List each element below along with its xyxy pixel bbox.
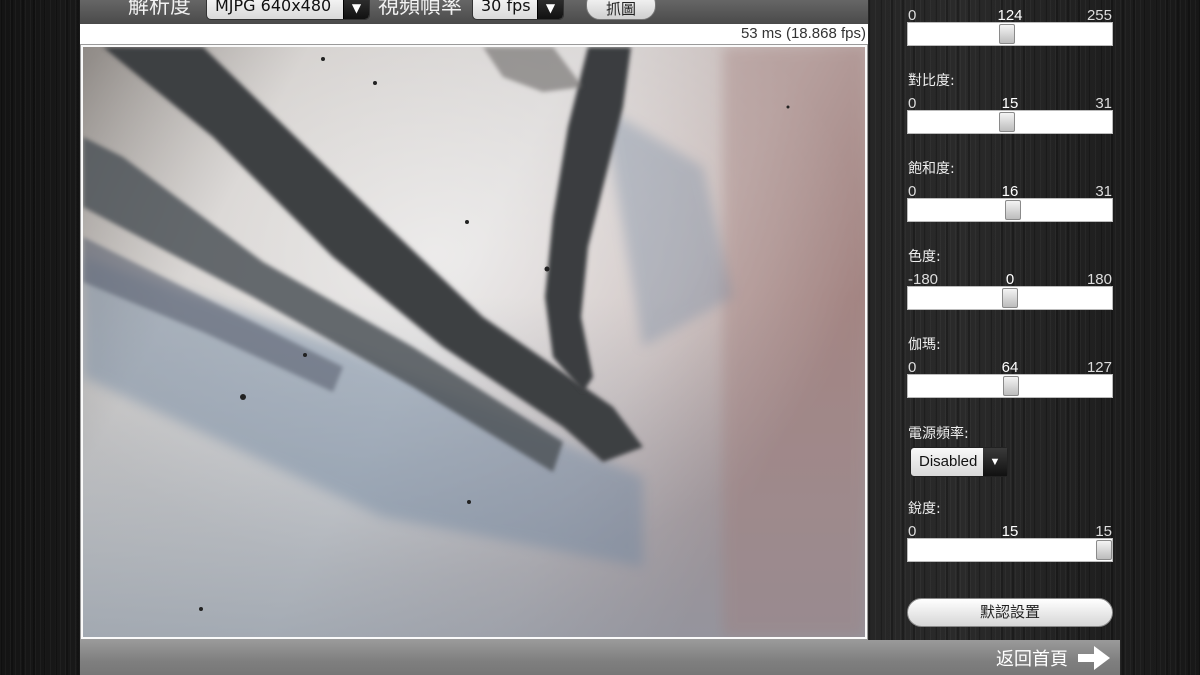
slider-track[interactable]: [907, 198, 1113, 222]
hue-label: 色度:: [908, 249, 941, 265]
slider-thumb[interactable]: [1003, 376, 1019, 396]
power-frequency-value: Disabled: [919, 453, 978, 470]
saturation-label: 飽和度:: [908, 161, 955, 177]
hue-slider[interactable]: -180 0 180: [907, 272, 1113, 310]
slider-track[interactable]: [907, 22, 1113, 46]
power-frequency-label: 電源頻率:: [908, 426, 969, 442]
slider-track[interactable]: [907, 374, 1113, 398]
resolution-select[interactable]: MJPG 640x480 ▼: [206, 0, 370, 20]
back-home-button[interactable]: 返回首頁: [996, 643, 1110, 673]
framerate-label: 視頻幀率: [378, 0, 462, 18]
sharpness-label: 銳度:: [908, 501, 941, 517]
gamma-label: 伽瑪:: [908, 337, 941, 353]
triangle-down-icon: ▼: [537, 0, 563, 19]
video-frame: [80, 44, 868, 640]
sharpness-slider[interactable]: 0 15 15: [907, 524, 1113, 562]
top-toolbar: 解析度 MJPG 640x480 ▼ 視頻幀率 30 fps ▼ 抓圖: [80, 0, 868, 24]
top-slider[interactable]: 0 124 255: [907, 8, 1113, 46]
slider-thumb[interactable]: [999, 24, 1015, 44]
contrast-slider[interactable]: 0 15 31: [907, 96, 1113, 134]
framerate-select[interactable]: 30 fps ▼: [472, 0, 564, 20]
slider-thumb[interactable]: [1096, 540, 1112, 560]
saturation-slider[interactable]: 0 16 31: [907, 184, 1113, 222]
resolution-label: 解析度: [128, 0, 191, 18]
resolution-select-value: MJPG 640x480: [215, 0, 332, 15]
gamma-slider[interactable]: 0 64 127: [907, 360, 1113, 398]
status-bar: 53 ms (18.868 fps): [80, 24, 868, 44]
reset-defaults-button[interactable]: 默認設置: [907, 598, 1113, 627]
frame-time-readout: 53 ms (18.868 fps): [740, 25, 866, 42]
framerate-select-value: 30 fps: [481, 0, 531, 15]
slider-track[interactable]: [907, 538, 1113, 562]
power-frequency-select[interactable]: Disabled ▼: [910, 447, 1008, 477]
slider-thumb[interactable]: [1002, 288, 1018, 308]
slider-thumb[interactable]: [1005, 200, 1021, 220]
microscope-image: [83, 47, 865, 637]
capture-button[interactable]: 抓圖: [586, 0, 656, 20]
triangle-down-icon: ▼: [343, 0, 369, 19]
arrow-right-icon: [1078, 646, 1110, 670]
slider-track[interactable]: [907, 110, 1113, 134]
bottom-bar: 返回首頁: [80, 640, 1120, 675]
triangle-down-icon: ▼: [983, 448, 1007, 476]
slider-track[interactable]: [907, 286, 1113, 310]
camera-preview[interactable]: [83, 47, 865, 637]
back-home-label: 返回首頁: [996, 649, 1068, 670]
settings-panel: 0 124 255 對比度: 0 15 31 飽和度: 0 16 31 色度: …: [880, 0, 1120, 640]
contrast-label: 對比度:: [908, 73, 955, 89]
slider-thumb[interactable]: [999, 112, 1015, 132]
